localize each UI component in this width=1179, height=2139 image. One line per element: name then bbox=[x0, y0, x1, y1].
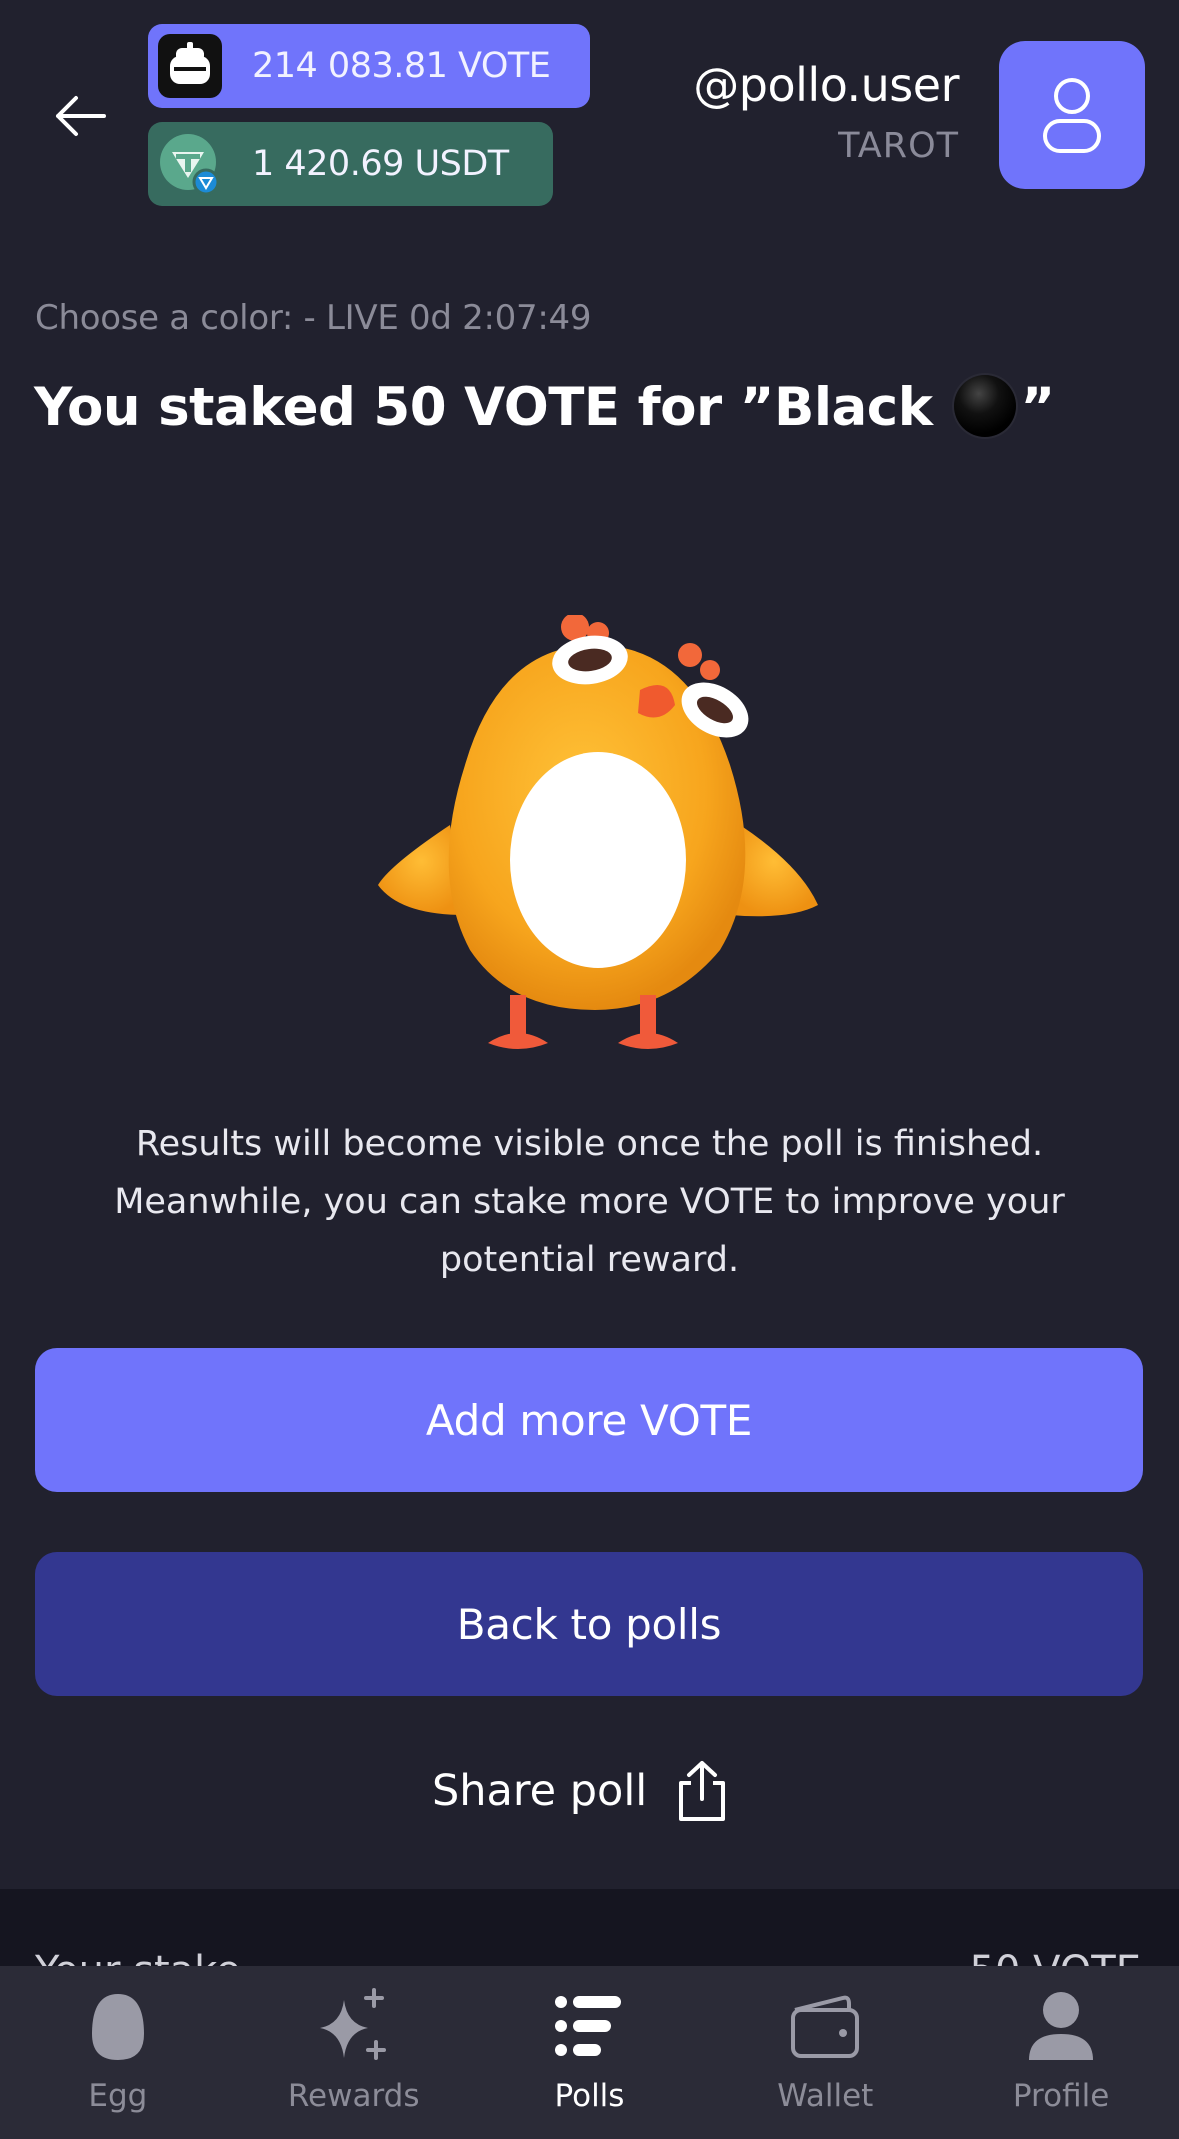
back-to-polls-button[interactable]: Back to polls bbox=[35, 1552, 1143, 1696]
vote-balance-value: 214 083.81 VOTE bbox=[252, 46, 551, 86]
stake-headline-text: You staked 50 VOTE for ”Black bbox=[34, 377, 933, 438]
share-icon bbox=[679, 1761, 726, 1821]
share-poll-button[interactable]: Share poll bbox=[432, 1756, 729, 1826]
profile-icon bbox=[1029, 1992, 1094, 2060]
nav-item-polls[interactable]: Polls bbox=[472, 1966, 708, 2139]
usdt-balance-pill[interactable]: 1 420.69 USDT bbox=[148, 122, 553, 206]
vote-token-icon bbox=[158, 34, 222, 98]
wallet-icon bbox=[791, 1995, 860, 2058]
summary-label-peek: Your stake bbox=[35, 1948, 241, 1966]
poll-info-text: Results will become visible once the pol… bbox=[60, 1115, 1119, 1289]
polls-icon bbox=[555, 1996, 622, 2056]
back-arrow-button[interactable] bbox=[50, 86, 110, 146]
bottom-navigation: Egg Rewards Polls Wallet Profile bbox=[0, 1966, 1179, 2139]
add-more-vote-button[interactable]: Add more VOTE bbox=[35, 1348, 1143, 1492]
info-line: Results will become visible once the pol… bbox=[135, 1124, 1044, 1164]
nav-label: Rewards bbox=[287, 2078, 420, 2114]
nav-label: Polls bbox=[554, 2078, 625, 2114]
user-outline-icon bbox=[1043, 78, 1101, 153]
egg-icon bbox=[91, 1994, 144, 2060]
nav-item-wallet[interactable]: Wallet bbox=[707, 1966, 943, 2139]
stake-headline-quote: ” bbox=[1020, 377, 1055, 438]
nav-label: Profile bbox=[1012, 2078, 1110, 2114]
nav-item-rewards[interactable]: Rewards bbox=[236, 1966, 472, 2139]
nav-label: Egg bbox=[88, 2078, 148, 2114]
info-line: potential reward. bbox=[439, 1240, 740, 1280]
stake-headline: You staked 50 VOTE for ”Black ” bbox=[34, 375, 1055, 438]
info-line: Meanwhile, you can stake more VOTE to im… bbox=[114, 1182, 1065, 1222]
black-circle-icon bbox=[954, 375, 1017, 437]
sparkle-icon bbox=[319, 1988, 386, 2060]
usdt-token-icon bbox=[160, 134, 220, 196]
nav-item-egg[interactable]: Egg bbox=[0, 1966, 236, 2139]
chick-mascot-illustration bbox=[378, 615, 818, 1049]
user-subtitle: TAROT bbox=[838, 126, 959, 166]
poll-status-line: Choose a color: - LIVE 0d 2:07:49 bbox=[35, 298, 592, 338]
nav-label: Wallet bbox=[777, 2078, 874, 2114]
username: @pollo.user bbox=[693, 58, 959, 112]
usdt-balance-value: 1 420.69 USDT bbox=[252, 144, 509, 184]
vote-balance-pill[interactable]: 214 083.81 VOTE bbox=[148, 24, 590, 108]
avatar-button[interactable] bbox=[999, 41, 1145, 189]
summary-value-peek: 50 VOTE bbox=[970, 1948, 1141, 1966]
nav-item-profile[interactable]: Profile bbox=[943, 1966, 1179, 2139]
arrow-left-icon bbox=[56, 96, 106, 136]
share-poll-label: Share poll bbox=[432, 1766, 648, 1816]
